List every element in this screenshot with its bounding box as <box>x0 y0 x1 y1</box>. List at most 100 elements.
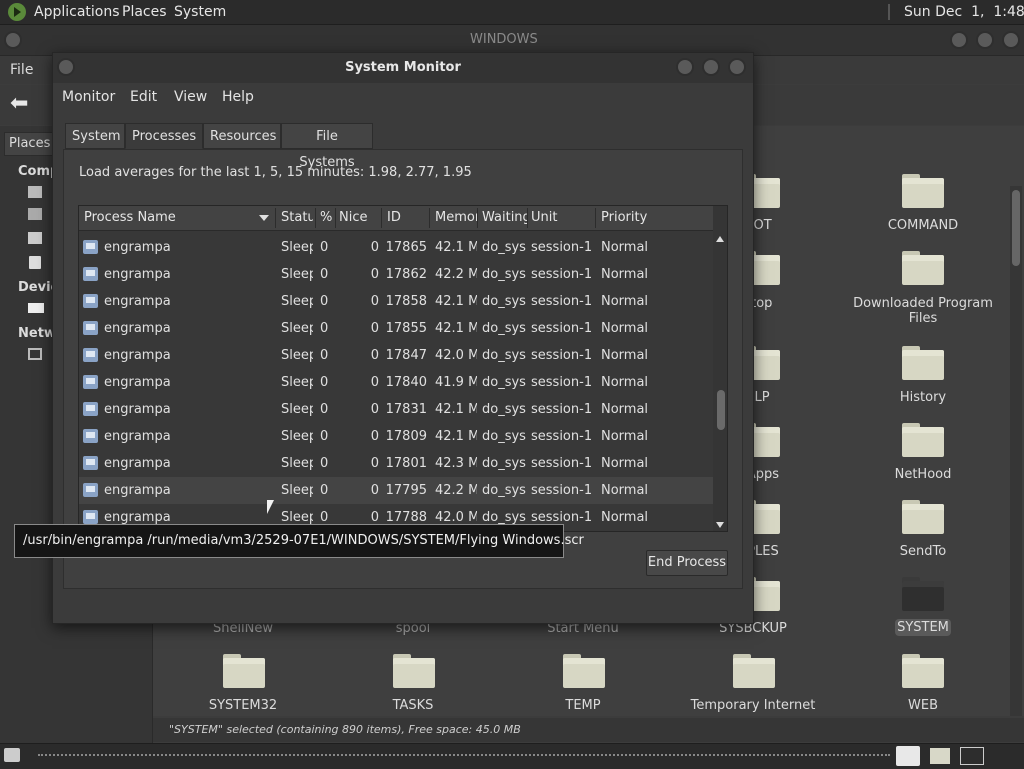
trash-icon[interactable] <box>29 256 41 269</box>
cell-mem: 42.0 M <box>435 510 477 525</box>
cell-priority: Normal <box>601 348 649 363</box>
cell-mem: 42.1 Mi <box>435 240 477 255</box>
table-row[interactable]: engrampa Sleep 0 0 17862 42.2 M do_sys session-… <box>79 261 713 288</box>
cell-id: 17831 <box>385 402 427 417</box>
cell-unit: session-1.s <box>531 483 593 498</box>
col-nice[interactable]: Nice <box>339 210 383 225</box>
table-row[interactable]: engrampa Sleep 0 0 17809 42.1 Mi do_sys session… <box>79 423 713 450</box>
help-menu[interactable]: Help <box>222 89 254 105</box>
system-menu[interactable]: System <box>174 4 226 20</box>
col-waiting[interactable]: Waiting <box>482 210 528 225</box>
table-row[interactable]: engrampa Sleep 0 0 17795 42.2 M do_sys session-… <box>79 477 713 504</box>
folder-icon[interactable] <box>902 654 944 688</box>
cell-mem: 42.1 Mi <box>435 294 477 309</box>
cell-id: 17795 <box>385 483 427 498</box>
minimize-icon[interactable] <box>676 58 694 76</box>
cell-id: 17865 <box>385 240 427 255</box>
scroll-down-icon[interactable] <box>716 522 724 528</box>
minimize-icon[interactable] <box>950 31 968 49</box>
col-id[interactable]: ID <box>387 210 427 225</box>
cell-wait: do_sys <box>482 510 526 525</box>
col-unit[interactable]: Unit <box>531 210 591 225</box>
maximize-icon[interactable] <box>702 58 720 76</box>
system-monitor-task-icon[interactable] <box>960 747 984 765</box>
table-scrollbar[interactable] <box>713 206 727 531</box>
scroll-up-icon[interactable] <box>716 236 724 242</box>
table-row[interactable]: engrampa Sleep 0 0 17801 42.3 M do_sys session-… <box>79 450 713 477</box>
scrollbar-thumb[interactable] <box>1012 190 1020 266</box>
desktop-icon[interactable] <box>28 208 42 220</box>
folder-icon[interactable] <box>223 654 265 688</box>
process-icon <box>83 402 98 416</box>
window-menu-icon[interactable] <box>4 31 22 49</box>
folder-icon[interactable] <box>393 654 435 688</box>
system-monitor-titlebar[interactable]: System Monitor <box>53 53 753 83</box>
cell-wait: do_sys <box>482 294 526 309</box>
clock[interactable]: Sun Dec 1, 1:48 PM <box>904 4 1024 20</box>
folder-icon[interactable] <box>902 500 944 534</box>
view-menu[interactable]: View <box>174 89 207 105</box>
folder-icon[interactable] <box>563 654 605 688</box>
table-row[interactable]: engrampa Sleep 0 0 17840 41.9 M do_sys session-… <box>79 369 713 396</box>
back-arrow-icon[interactable]: ⬅ <box>10 91 28 116</box>
mate-logo-icon[interactable] <box>8 3 26 21</box>
cell-priority: Normal <box>601 456 649 471</box>
places-menu[interactable]: Places <box>122 4 167 20</box>
cell-wait: do_sys <box>482 348 526 363</box>
close-icon[interactable] <box>1002 31 1020 49</box>
network-icon[interactable] <box>28 348 42 360</box>
close-icon[interactable] <box>728 58 746 76</box>
table-row[interactable]: engrampa Sleep 0 0 17847 42.0 M do_sys session-… <box>79 342 713 369</box>
file-menu[interactable]: File <box>10 62 33 78</box>
file-manager-scrollbar[interactable] <box>1010 186 1022 716</box>
drive-icon[interactable] <box>28 303 44 313</box>
folder-icon[interactable] <box>902 251 944 285</box>
folder-icon[interactable] <box>733 654 775 688</box>
cell-nice: 0 <box>370 429 379 444</box>
monitor-menu[interactable]: Monitor <box>62 89 115 105</box>
tab-file-systems[interactable]: File Systems <box>281 123 373 170</box>
applications-menu[interactable]: Applications <box>34 4 120 20</box>
cell-priority: Normal <box>601 240 649 255</box>
table-row[interactable]: engrampa Sleep 0 0 17858 42.1 Mi do_sys session… <box>79 288 713 315</box>
folder-icon-selected[interactable] <box>902 577 944 611</box>
cell-wait: do_sys <box>482 483 526 498</box>
cell-status: Sleep <box>281 402 313 417</box>
filesystem-icon[interactable] <box>28 232 42 244</box>
table-row[interactable]: engrampa Sleep 0 0 17855 42.1 Mi do_sys session… <box>79 315 713 342</box>
folder-icon[interactable] <box>902 423 944 457</box>
edit-menu[interactable]: Edit <box>130 89 157 105</box>
process-icon <box>83 483 98 497</box>
table-row[interactable]: engrampa Sleep 0 0 17865 42.1 Mi do_sys session… <box>79 234 713 261</box>
places-dropdown[interactable]: Places <box>4 132 56 156</box>
table-row[interactable]: engrampa Sleep 0 0 17831 42.1 Mi do_sys session… <box>79 396 713 423</box>
cell-nice: 0 <box>370 321 379 336</box>
home-icon[interactable] <box>28 186 42 198</box>
col-priority[interactable]: Priority <box>601 210 701 225</box>
cell-id: 17862 <box>385 267 427 282</box>
tab-processes[interactable]: Processes <box>125 123 203 149</box>
file-manager-task-icon[interactable] <box>930 748 950 764</box>
scrollbar-thumb[interactable] <box>717 390 725 430</box>
show-desktop-icon[interactable] <box>4 748 20 762</box>
tab-system[interactable]: System <box>65 123 125 149</box>
col-memory[interactable]: Memor <box>435 210 477 225</box>
col-cpu[interactable]: % <box>320 210 334 225</box>
folder-icon[interactable] <box>902 346 944 380</box>
folder-label: SYSTEM32 <box>208 698 278 713</box>
cell-nice: 0 <box>370 348 379 363</box>
folder-icon[interactable] <box>902 174 944 208</box>
cell-mem: 41.9 M <box>435 375 477 390</box>
process-name: engrampa <box>104 402 171 417</box>
status-text: "SYSTEM" selected (containing 890 items)… <box>169 723 521 736</box>
col-process-name[interactable]: Process Name <box>84 210 254 225</box>
workspace-1-icon[interactable] <box>896 746 920 766</box>
cell-wait: do_sys <box>482 240 526 255</box>
tab-resources[interactable]: Resources <box>203 123 281 149</box>
maximize-icon[interactable] <box>976 31 994 49</box>
col-status[interactable]: Statu <box>281 210 313 225</box>
folder-label: Temporary Internet <box>690 698 816 713</box>
cell-cpu: 0 <box>320 510 329 525</box>
end-process-button[interactable]: End Process <box>646 550 728 576</box>
cell-wait: do_sys <box>482 402 526 417</box>
